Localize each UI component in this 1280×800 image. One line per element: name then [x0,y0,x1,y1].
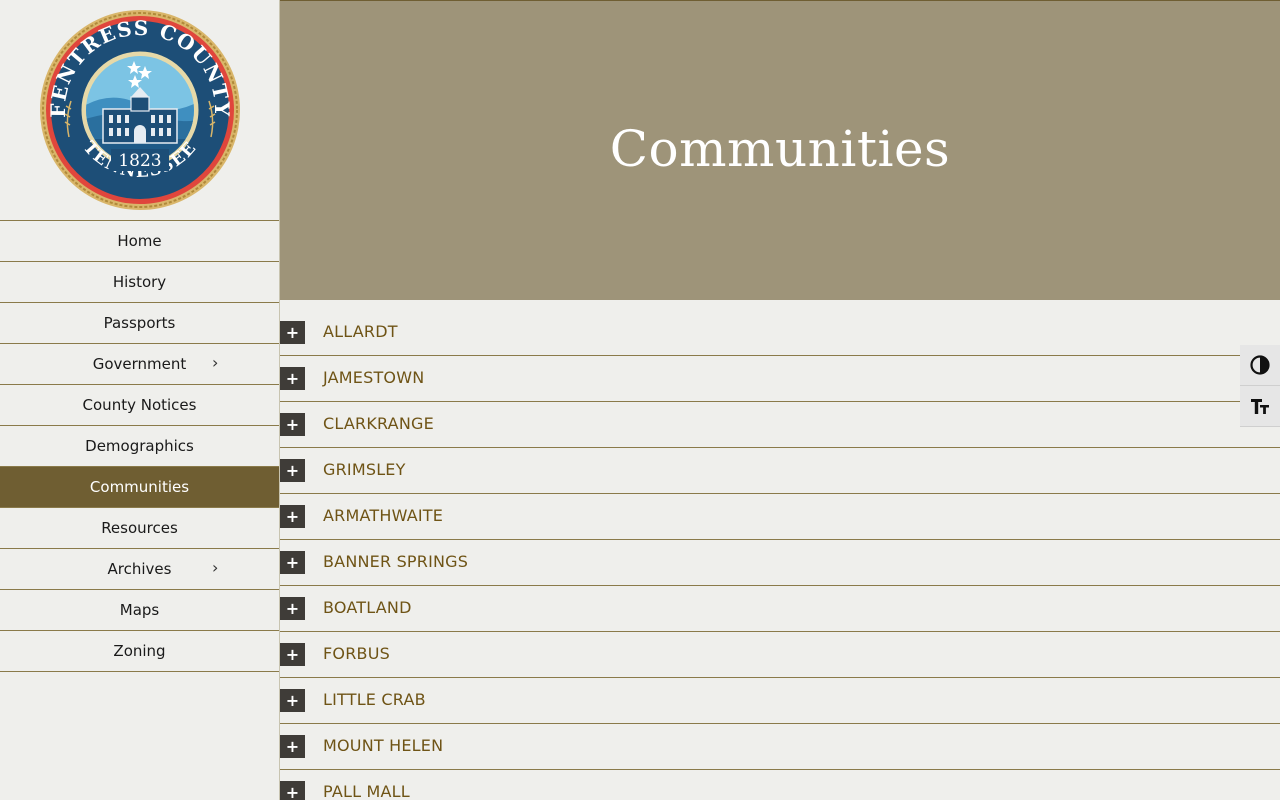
expand-plus-icon[interactable]: + [280,735,305,758]
accordion-item-grimsley[interactable]: + GRIMSLEY [280,448,1280,494]
page-hero: Communities [280,0,1280,300]
expand-plus-icon[interactable]: + [280,643,305,666]
expand-plus-icon[interactable]: + [280,597,305,620]
accordion-item-label[interactable]: FORBUS [323,644,390,663]
accordion-item-label[interactable]: BOATLAND [323,598,412,617]
toggle-font-size-button[interactable] [1240,386,1280,427]
nav-item-demographics[interactable]: Demographics [0,426,279,467]
accordion-item-label[interactable]: PALL MALL [323,782,410,800]
accordion-item-label[interactable]: LITTLE CRAB [323,690,426,709]
nav-item-label: Communities [89,478,190,496]
page-title: Communities [609,120,951,178]
expand-plus-icon[interactable]: + [280,505,305,528]
accordion-item-little-crab[interactable]: + LITTLE CRAB [280,678,1280,724]
expand-plus-icon[interactable]: + [280,551,305,574]
font-size-icon [1251,399,1269,414]
accordion-item-label[interactable]: ARMATHWAITE [323,506,443,525]
nav-item-label: Government [92,355,187,373]
nav-item-government[interactable]: Government › [0,344,279,385]
expand-plus-icon[interactable]: + [280,367,305,390]
communities-accordion: + ALLARDT + JAMESTOWN + CLARKRANGE + GRIMSLE… [280,310,1280,800]
nav-item-label: Passports [103,314,176,332]
accordion-item-boatland[interactable]: + BOATLAND [280,586,1280,632]
expand-plus-icon[interactable]: + [280,459,305,482]
accordion-item-allardt[interactable]: + ALLARDT [280,310,1280,356]
accordion-item-label[interactable]: BANNER SPRINGS [323,552,468,571]
expand-plus-icon[interactable]: + [280,321,305,344]
nav-item-archives[interactable]: Archives › [0,549,279,590]
main-nav: Home History Passports Government › Count… [0,220,279,672]
county-seal-logo[interactable]: FENTRESS COUNTY TENNESSEE 1823 [39,9,241,211]
nav-item-county-notices[interactable]: County Notices [0,385,279,426]
chevron-right-icon[interactable]: › [212,353,218,372]
accordion-item-label[interactable]: GRIMSLEY [323,460,406,479]
accordion-item-forbus[interactable]: + FORBUS [280,632,1280,678]
expand-plus-icon[interactable]: + [280,413,305,436]
nav-item-maps[interactable]: Maps [0,590,279,631]
nav-item-resources[interactable]: Resources [0,508,279,549]
nav-item-home[interactable]: Home [0,221,279,262]
nav-item-label: Resources [101,519,178,537]
toggle-contrast-button[interactable] [1240,345,1280,386]
nav-item-history[interactable]: History [0,262,279,303]
logo-area: FENTRESS COUNTY TENNESSEE 1823 [0,0,279,220]
nav-item-label: History [112,273,167,291]
accordion-item-mount-helen[interactable]: + MOUNT HELEN [280,724,1280,770]
nav-item-label: County Notices [82,396,197,414]
accordion-item-label[interactable]: MOUNT HELEN [323,736,443,755]
accordion-item-clarkrange[interactable]: + CLARKRANGE [280,402,1280,448]
nav-item-label: Archives [107,560,172,578]
accordion-item-label[interactable]: CLARKRANGE [323,414,434,433]
expand-plus-icon[interactable]: + [280,781,305,800]
accordion-item-banner-springs[interactable]: + BANNER SPRINGS [280,540,1280,586]
nav-item-passports[interactable]: Passports [0,303,279,344]
accessibility-toolbar [1240,345,1280,427]
sidebar: FENTRESS COUNTY TENNESSEE 1823 Home Hist… [0,0,280,800]
accordion-item-pall-mall[interactable]: + PALL MALL [280,770,1280,800]
nav-item-communities[interactable]: Communities [0,467,279,508]
chevron-right-icon[interactable]: › [212,558,218,577]
nav-item-label: Zoning [113,642,166,660]
contrast-icon [1250,355,1270,375]
accordion-item-label[interactable]: ALLARDT [323,322,398,341]
nav-item-label: Home [117,232,162,250]
accordion-item-armathwaite[interactable]: + ARMATHWAITE [280,494,1280,540]
expand-plus-icon[interactable]: + [280,689,305,712]
accordion-item-label[interactable]: JAMESTOWN [323,368,424,387]
nav-item-label: Demographics [85,437,194,455]
accordion-item-jamestown[interactable]: + JAMESTOWN [280,356,1280,402]
nav-item-label: Maps [119,601,160,619]
nav-item-zoning[interactable]: Zoning [0,631,279,672]
seal-year: 1823 [118,151,161,171]
